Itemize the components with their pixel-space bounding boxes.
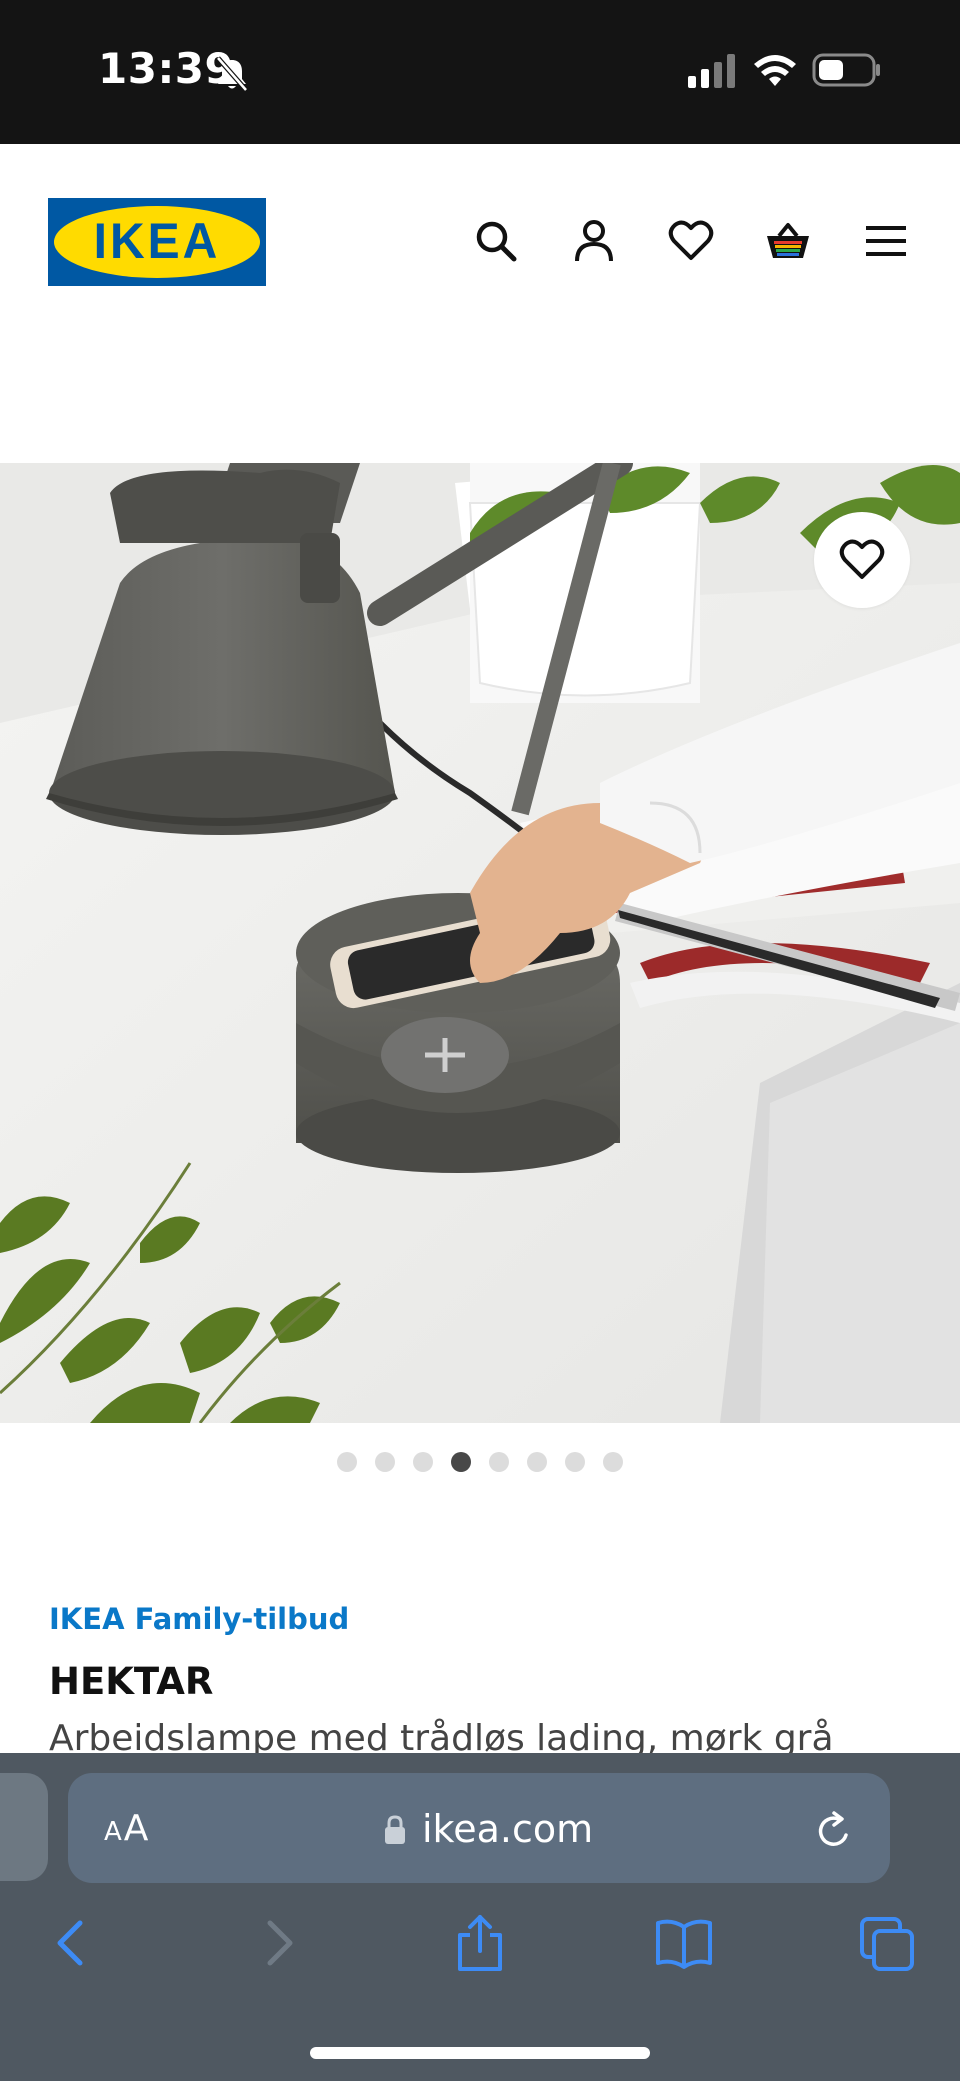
- favorite-button[interactable]: [814, 512, 910, 608]
- forward-icon[interactable]: [248, 1913, 308, 1973]
- carousel-dot-active[interactable]: [451, 1452, 471, 1472]
- logo-wordmark: IKEA: [93, 213, 221, 270]
- share-icon[interactable]: [450, 1913, 510, 1973]
- signal-icon: [688, 54, 735, 88]
- back-icon[interactable]: [42, 1913, 102, 1973]
- carousel-dots: [0, 1452, 960, 1474]
- carousel-dot[interactable]: [375, 1452, 395, 1472]
- site-header: IKEA: [0, 144, 960, 344]
- carousel-dot[interactable]: [565, 1452, 585, 1472]
- carousel-dot[interactable]: [337, 1452, 357, 1472]
- search-icon[interactable]: [469, 214, 523, 268]
- carousel-dot[interactable]: [603, 1452, 623, 1472]
- cart-icon[interactable]: [761, 214, 815, 268]
- wifi-icon: [754, 55, 796, 86]
- status-bar: 13:39: [0, 0, 960, 144]
- menu-icon[interactable]: [859, 214, 913, 268]
- tabs-icon[interactable]: [858, 1913, 918, 1973]
- heart-icon: [839, 539, 885, 579]
- carousel-dot[interactable]: [413, 1452, 433, 1472]
- carousel-dot[interactable]: [527, 1452, 547, 1472]
- account-icon[interactable]: [567, 214, 621, 268]
- lock-icon: [385, 1815, 405, 1844]
- text-size-small: A: [104, 1817, 122, 1847]
- text-size-large: A: [123, 1808, 149, 1849]
- reload-icon[interactable]: [812, 1809, 856, 1853]
- carousel-dot[interactable]: [489, 1452, 509, 1472]
- family-offer-label[interactable]: IKEA Family-tilbud: [49, 1602, 349, 1636]
- previous-tab-peek[interactable]: [0, 1773, 48, 1881]
- url-text[interactable]: ikea.com: [422, 1807, 593, 1851]
- browser-toolbar: AA ikea.com: [0, 1753, 960, 2081]
- home-indicator[interactable]: [310, 2047, 650, 2059]
- product-photo[interactable]: [0, 463, 960, 1423]
- product-name: HEKTAR: [49, 1660, 214, 1703]
- bookmarks-icon[interactable]: [654, 1913, 714, 1973]
- product-photo-illustration: [0, 463, 960, 1423]
- bell-slash-icon: [216, 56, 248, 92]
- battery-icon: [812, 53, 880, 87]
- heart-icon[interactable]: [664, 214, 718, 268]
- text-size-button[interactable]: AA: [104, 1808, 148, 1849]
- ikea-logo[interactable]: IKEA: [48, 198, 266, 286]
